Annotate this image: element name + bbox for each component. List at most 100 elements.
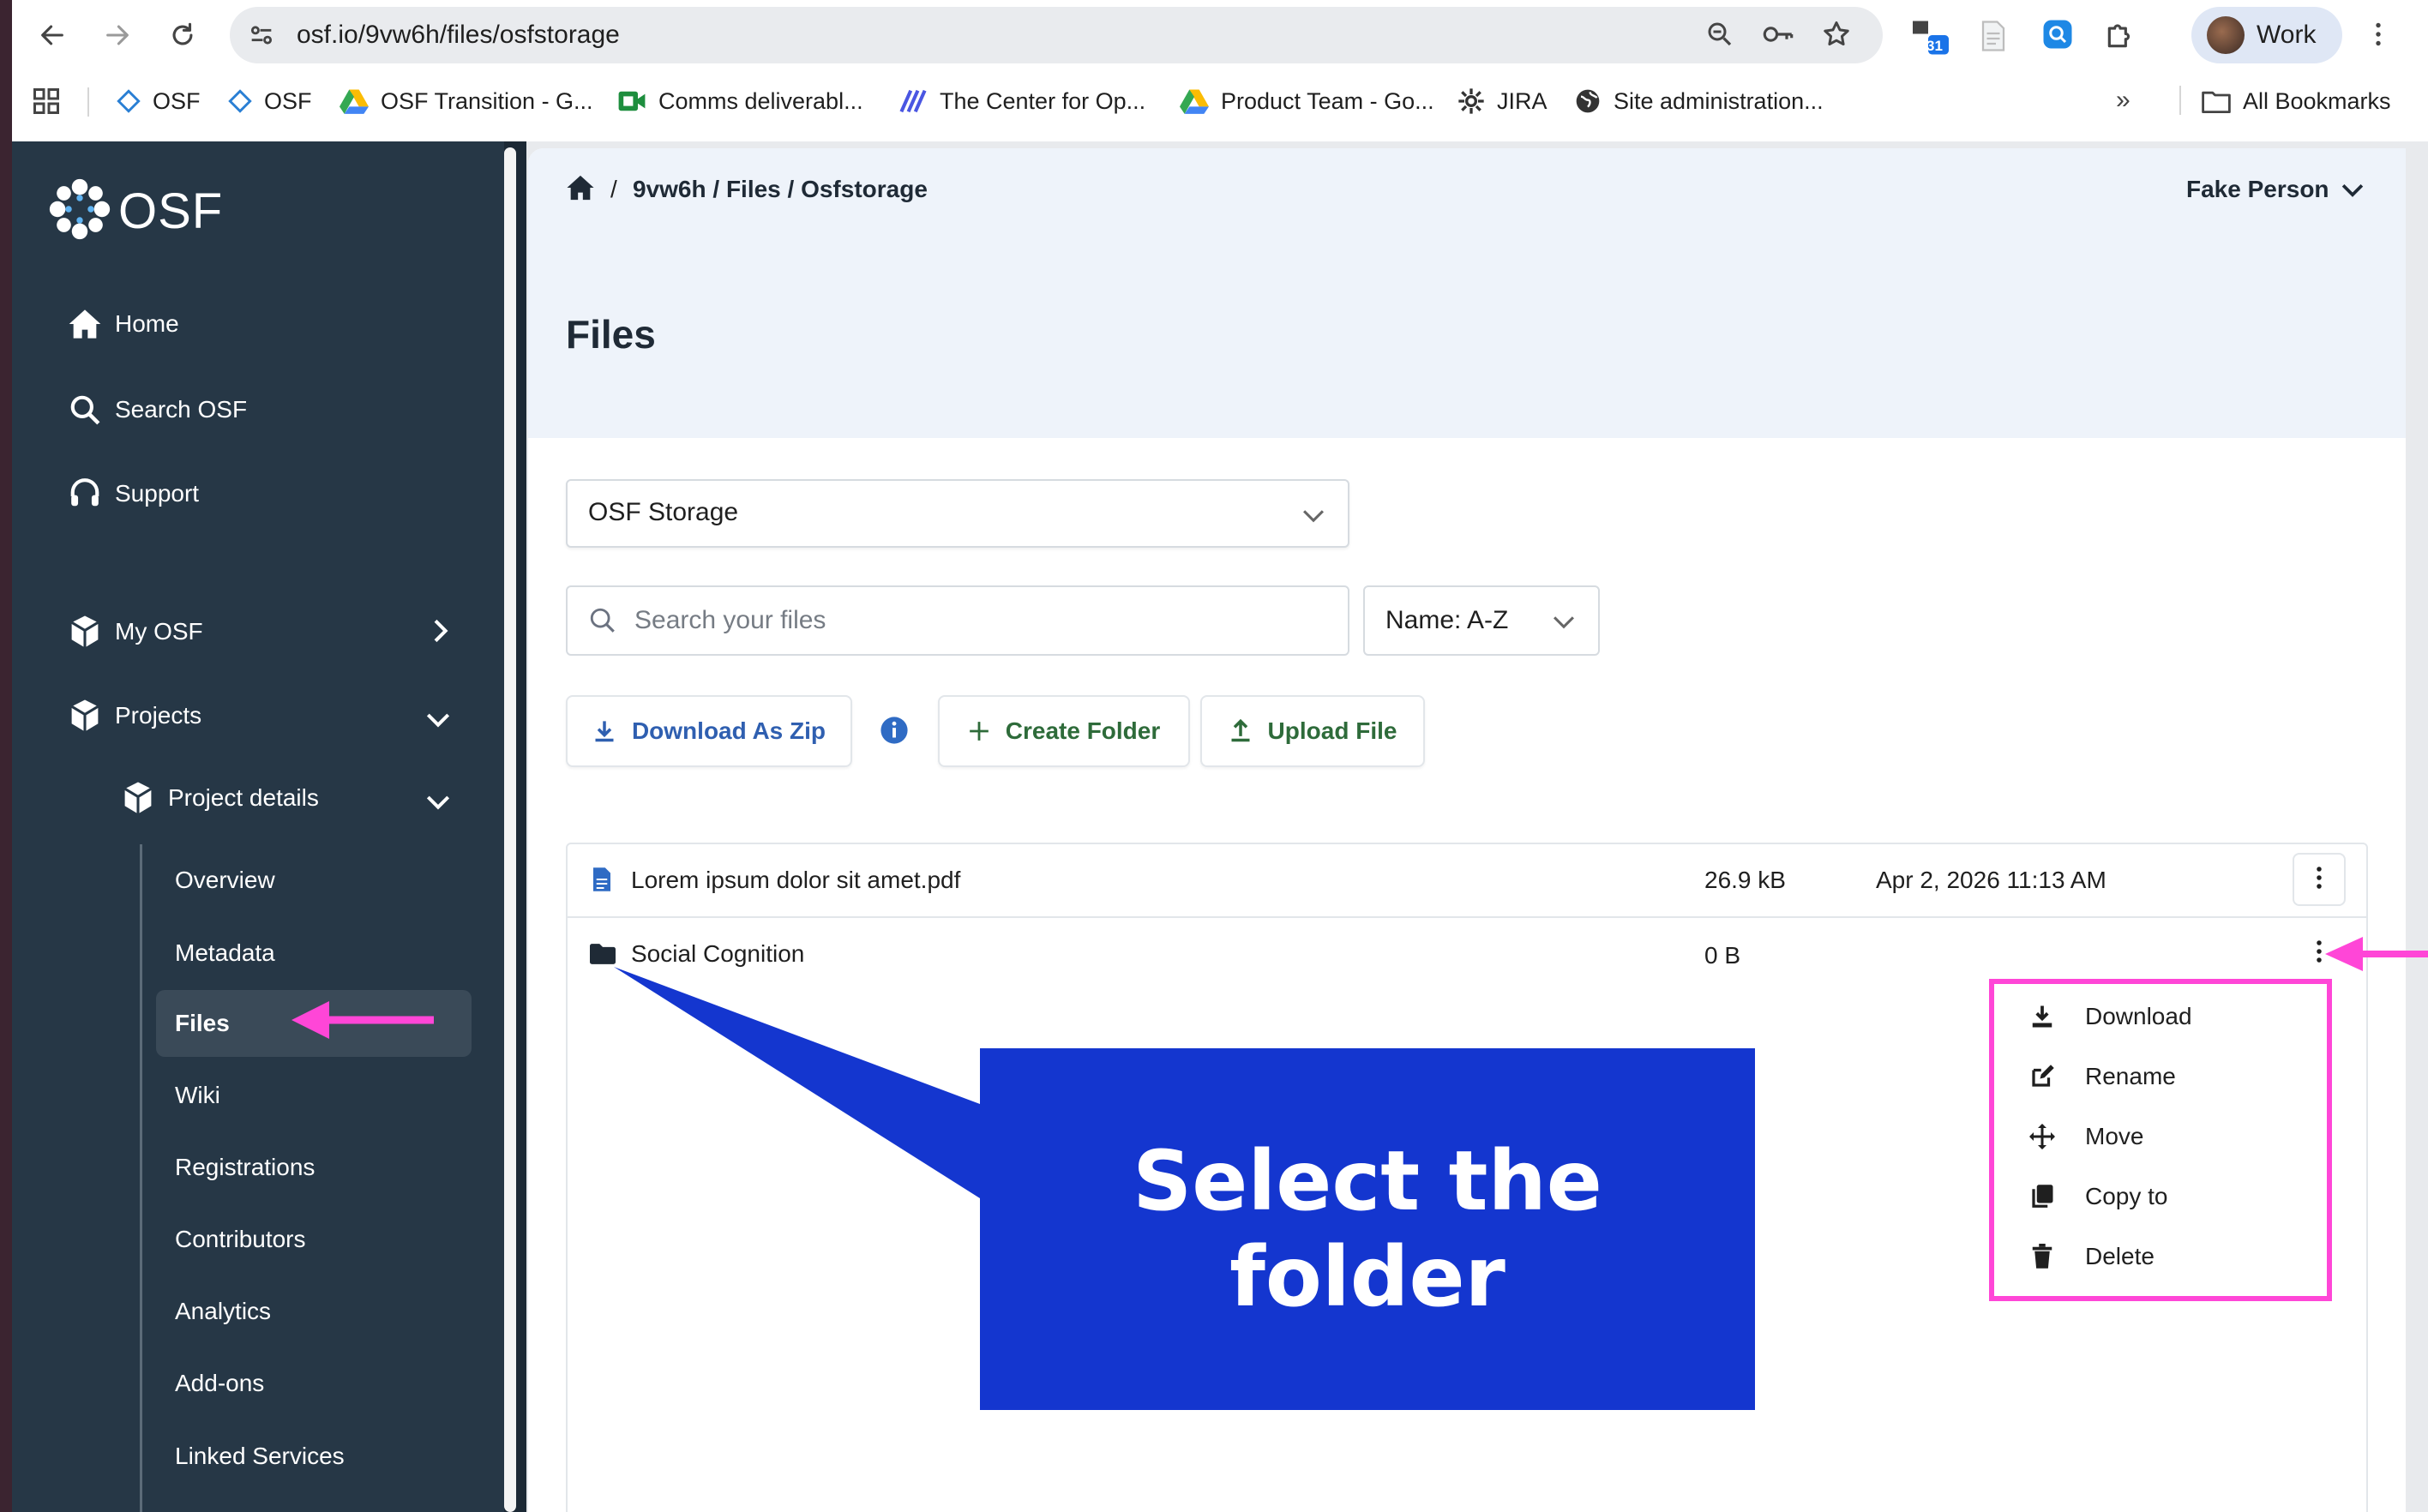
subnav-linked-services[interactable]: Linked Services [175,1443,345,1470]
osf-bookmark-icon [117,89,141,113]
search-extension-icon[interactable] [2042,19,2073,54]
calendar-badge: 31 [1926,38,1943,54]
bookmark-osf-1[interactable]: OSF [117,82,201,120]
sidebar: OSF Home Search OSF Support My OSF Proje… [12,141,504,1512]
file-pdf-icon [592,867,612,897]
globe-icon [1574,87,1602,115]
context-menu: Download Rename Move Copy to Delete [1989,979,2332,1301]
file-size: 0 B [1704,942,1741,969]
nav-my-osf[interactable]: My OSF [67,615,461,649]
google-drive-icon [340,88,369,114]
subnav-wiki[interactable]: Wiki [175,1082,220,1109]
cube-icon [67,699,103,733]
page-header: / 9vw6h / Files / Osfstorage Fake Person… [528,148,2406,438]
folder-name[interactable]: Social Cognition [631,940,804,968]
subnav-analytics[interactable]: Analytics [175,1298,271,1325]
nav-support[interactable]: Support [67,477,199,510]
nav-project-details[interactable]: Project details [120,781,461,815]
file-modified: Apr 2, 2026 11:13 AM [1876,867,2106,893]
browser-menu-icon[interactable] [2363,19,2394,54]
annotation-arrow-kebab [2323,934,2428,978]
search-icon [67,393,103,426]
reload-icon[interactable] [161,14,204,57]
menu-item-download[interactable]: Download [2025,1003,2192,1030]
callout-line-2: folder [1229,1229,1505,1325]
sidebar-scrollbar[interactable] [504,147,516,1512]
user-menu-name[interactable]: Fake Person [2186,176,2329,203]
folder-icon [590,944,616,969]
subnav-add-ons[interactable]: Add-ons [175,1370,264,1397]
sort-select-value: Name: A-Z [1385,606,1509,634]
create-folder-button[interactable]: Create Folder [938,695,1190,767]
apps-grid-icon[interactable] [31,86,62,121]
upload-file-button[interactable]: Upload File [1200,695,1425,767]
back-icon[interactable] [31,14,74,57]
file-name[interactable]: Lorem ipsum dolor sit amet.pdf [631,867,960,894]
bookmark-center-for-open[interactable]: The Center for Op... [898,82,1145,120]
search-placeholder: Search your files [634,606,826,634]
more-vertical-icon [2315,939,2323,969]
chevron-right-icon [430,618,449,650]
site-info-icon[interactable] [247,21,276,54]
zoom-icon[interactable] [1704,19,1735,54]
extensions-puzzle-icon[interactable] [2104,19,2137,56]
move-icon [2025,1124,2059,1149]
osf-bookmark-icon [228,89,252,113]
search-icon [588,606,617,639]
sort-select[interactable]: Name: A-Z [1363,585,1600,656]
forward-icon[interactable] [96,14,139,57]
password-key-icon[interactable] [1761,19,1795,54]
nav-projects[interactable]: Projects [67,699,461,733]
menu-item-rename[interactable]: Rename [2025,1063,2176,1090]
info-icon[interactable] [880,716,909,749]
bookmark-comms[interactable]: Comms deliverabl... [617,82,863,120]
document-extension-icon[interactable] [1980,21,2006,56]
nav-search-osf[interactable]: Search OSF [67,393,247,426]
subnav-contributors[interactable]: Contributors [175,1226,306,1253]
home-icon [67,308,103,340]
bookmark-product-team[interactable]: Product Team - Go... [1180,82,1434,120]
file-actions-button[interactable] [2293,853,2346,906]
breadcrumb[interactable]: 9vw6h / Files / Osfstorage [633,176,928,203]
window-edge [0,0,12,1512]
profile-button[interactable]: Work [2191,7,2342,63]
breadcrumb-home-icon[interactable] [566,174,595,206]
chevron-down-icon[interactable] [2341,181,2365,202]
osf-logo-icon[interactable] [48,177,111,245]
download-zip-button[interactable]: Download As Zip [566,695,852,767]
upload-icon [1229,719,1253,743]
subnav-overview[interactable]: Overview [175,867,275,894]
bookmark-star-icon[interactable] [1821,19,1852,54]
page-title: Files [566,312,656,357]
chevron-down-icon [1552,613,1576,634]
bookmarks-divider [2179,86,2181,115]
bookmark-osf-transition[interactable]: OSF Transition - G... [340,82,593,120]
subnav-registrations[interactable]: Registrations [175,1154,315,1181]
trash-icon [2025,1244,2059,1269]
chevron-down-icon [1301,507,1325,528]
bookmark-site-admin[interactable]: Site administration... [1574,82,1824,120]
osf-logo-text[interactable]: OSF [118,183,223,240]
subnav-metadata[interactable]: Metadata [175,939,275,967]
bookmarks-overflow-icon[interactable]: » [2116,86,2131,115]
url-text[interactable]: osf.io/9vw6h/files/osfstorage [297,15,620,55]
gear-icon [1457,87,1485,115]
menu-item-copy-to[interactable]: Copy to [2025,1183,2168,1210]
search-input[interactable]: Search your files [566,585,1349,656]
folder-icon [2202,89,2231,113]
edit-icon [2025,1064,2059,1089]
all-bookmarks-button[interactable]: All Bookmarks [2202,82,2391,120]
bookmarks-divider [87,87,89,117]
subnav-guide-line [140,844,142,1512]
storage-select[interactable]: OSF Storage [566,479,1349,548]
calendar-extension-icon[interactable]: 31 [1910,17,1951,63]
menu-item-delete[interactable]: Delete [2025,1243,2155,1270]
subnav-files[interactable]: Files [175,1010,230,1037]
bookmark-jira[interactable]: JIRA [1457,82,1548,120]
download-icon [2025,1004,2059,1029]
nav-home[interactable]: Home [67,308,179,340]
bookmark-osf-2[interactable]: OSF [228,82,312,120]
plus-icon [968,720,990,742]
menu-item-move[interactable]: Move [2025,1123,2143,1150]
table-row[interactable]: Lorem ipsum dolor sit amet.pdf 26.9 kB A… [568,844,2366,918]
